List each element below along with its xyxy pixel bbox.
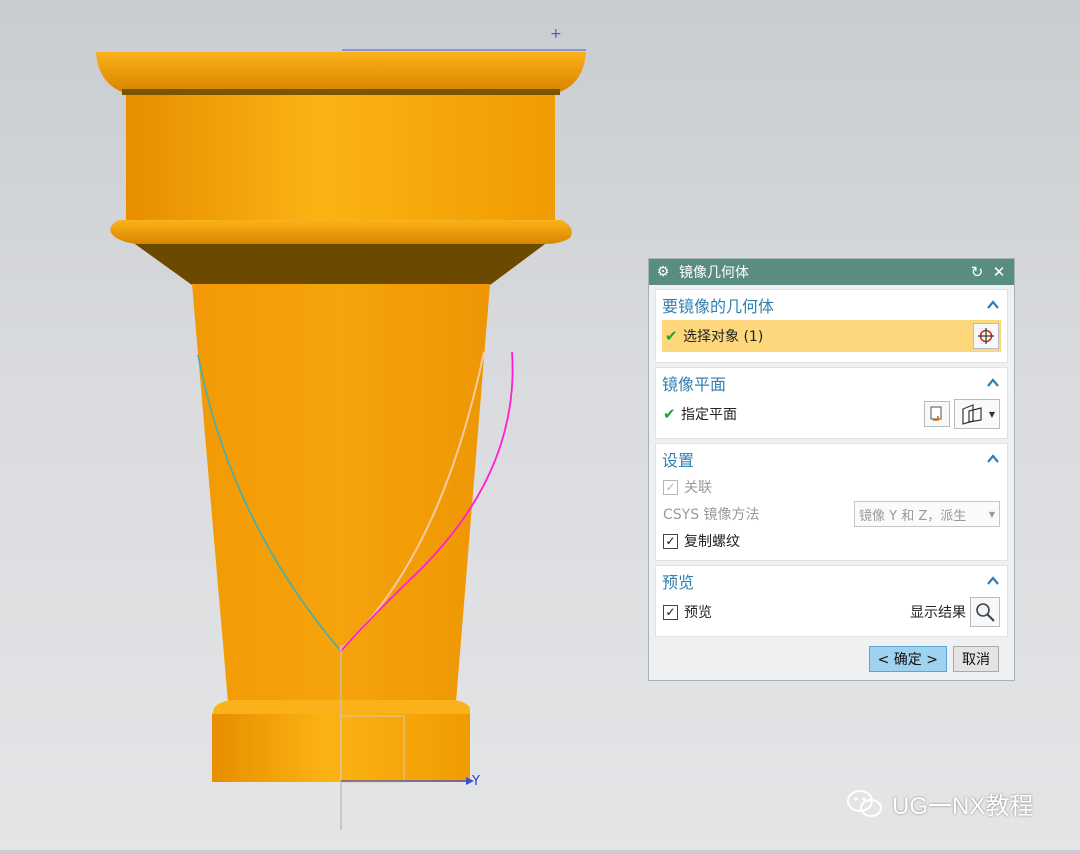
check-icon: ✔	[665, 327, 678, 345]
taper-shadow	[135, 244, 545, 285]
watermark-text: UG一NX教程	[892, 793, 1034, 820]
csys-row: CSYS 镜像方法 镜像 Y 和 Z，派生 ▼	[656, 500, 1007, 528]
csys-method-select[interactable]: 镜像 Y 和 Z，派生 ▼	[854, 501, 1000, 527]
reverse-direction-icon	[930, 406, 942, 421]
csys-label: CSYS 镜像方法	[663, 507, 760, 523]
section-settings-header[interactable]: 设置	[656, 444, 1007, 474]
copy-threads-row: ✓ 复制螺纹	[656, 528, 1007, 554]
watermark: UG一NX教程	[846, 786, 1033, 821]
plane-tools: ▼	[923, 399, 1000, 429]
copy-threads-label: 复制螺纹	[684, 534, 740, 550]
chevron-up-icon[interactable]	[985, 375, 1001, 391]
associative-label: 关联	[684, 480, 712, 496]
plane-icon	[962, 404, 982, 425]
section-plane-header[interactable]: 镜像平面	[656, 368, 1007, 398]
associative-checkbox[interactable]: ✓	[663, 479, 678, 495]
upper-cylinder	[126, 95, 555, 221]
copy-threads-checkbox[interactable]: ✓	[663, 533, 678, 549]
cancel-button[interactable]: 取消	[953, 646, 999, 672]
plane-type-dropdown[interactable]: ▼	[953, 399, 1000, 429]
preview-row: ✓ 预览 显示结果	[656, 596, 1007, 628]
dropdown-arrow-icon: ▼	[988, 509, 995, 519]
reverse-direction-button[interactable]	[923, 401, 950, 427]
select-object-row[interactable]: ✔ 选择对象 (1)	[662, 320, 1001, 352]
top-rim	[96, 52, 586, 92]
crosshair-select-button[interactable]	[973, 323, 999, 349]
show-result-button[interactable]	[970, 597, 1000, 627]
chevron-up-icon[interactable]	[985, 297, 1001, 313]
dialog-titlebar: ⚙ 镜像几何体 ↻ ✕	[649, 259, 1014, 285]
cone-body	[192, 284, 490, 702]
preview-checkbox[interactable]: ✓	[663, 604, 678, 620]
close-icon[interactable]: ✕	[990, 263, 1008, 281]
section-geometry: 要镜像的几何体 ✔ 选择对象 (1)	[655, 289, 1008, 363]
associative-row: ✓ 关联	[656, 474, 1007, 500]
wechat-icon	[847, 789, 882, 817]
specify-plane-row: ✔ 指定平面 ▼	[656, 398, 1007, 430]
specify-plane-label: 指定平面	[681, 407, 737, 423]
section-preview-header[interactable]: 预览	[656, 566, 1007, 596]
section-preview-label: 预览	[662, 573, 695, 592]
dropdown-arrow-icon: ▼	[988, 409, 995, 419]
check-icon: ✔	[663, 405, 676, 423]
gear-icon: ⚙	[656, 264, 670, 280]
chevron-up-icon[interactable]	[985, 451, 1001, 467]
top-plus-marker: +	[550, 26, 562, 42]
collar	[110, 220, 572, 244]
dialog-title: 镜像几何体	[679, 265, 749, 281]
preview-label: 预览	[684, 605, 712, 621]
chevron-up-icon[interactable]	[985, 573, 1001, 589]
section-preview: 预览 ✓ 预览 显示结果	[655, 565, 1008, 637]
section-plane-label: 镜像平面	[662, 375, 727, 394]
ok-button[interactable]: < 确定 >	[868, 646, 947, 672]
y-axis-label: Y	[472, 774, 480, 789]
section-geometry-label: 要镜像的几何体	[662, 297, 775, 316]
rim-underside	[122, 89, 560, 95]
section-geometry-header[interactable]: 要镜像的几何体	[656, 290, 1007, 320]
show-result-label: 显示结果	[910, 605, 966, 621]
select-object-label: 选择对象 (1)	[683, 329, 764, 345]
mirror-geometry-dialog: ⚙ 镜像几何体 ↻ ✕ 要镜像的几何体 ✔ 选择对象 (1) 镜像平面 ✔ 指定…	[648, 258, 1015, 681]
section-plane: 镜像平面 ✔ 指定平面 ▼	[655, 367, 1008, 439]
section-settings: 设置 ✓ 关联 CSYS 镜像方法 镜像 Y 和 Z，派生 ▼ ✓ 复制螺纹	[655, 443, 1008, 561]
reset-icon[interactable]: ↻	[968, 263, 986, 281]
magnifier-icon	[976, 603, 995, 622]
crosshair-icon	[978, 328, 994, 344]
section-settings-label: 设置	[662, 451, 695, 470]
csys-method-value: 镜像 Y 和 Z，派生	[859, 508, 967, 524]
dialog-footer: < 确定 > 取消	[649, 646, 1014, 672]
